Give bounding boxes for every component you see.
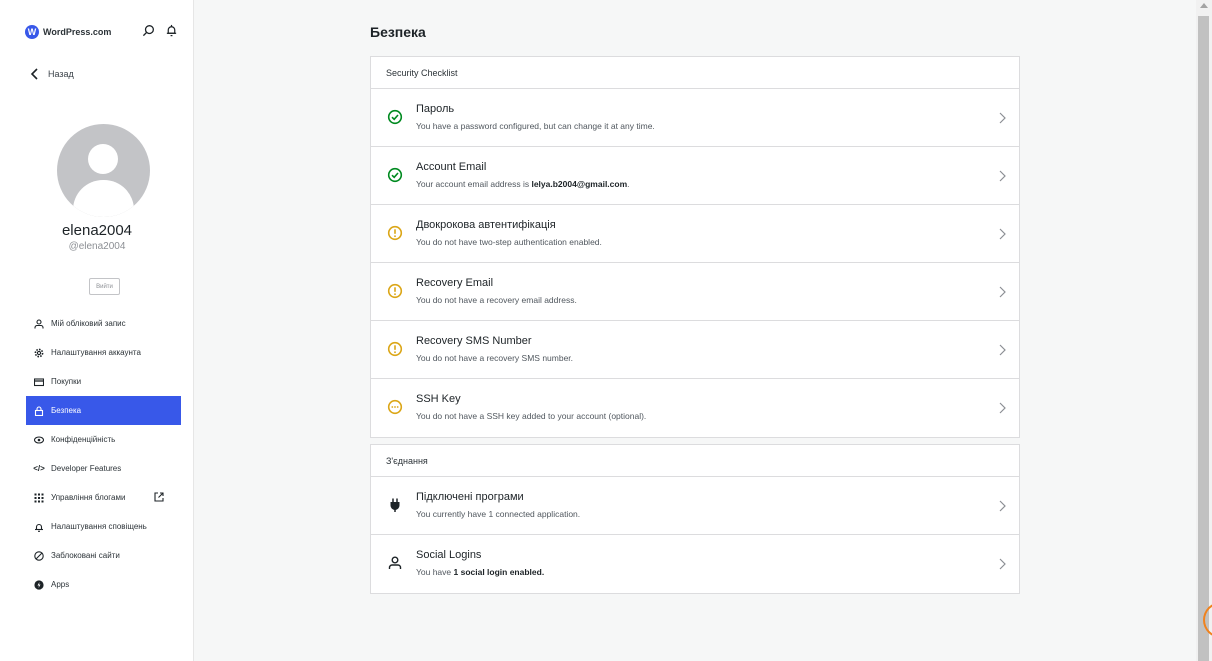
- sidebar-item-label: Безпека: [51, 406, 82, 415]
- connections-row-connected-apps[interactable]: Підключені програми You currently have 1…: [371, 477, 1019, 535]
- bell-icon: [34, 522, 44, 532]
- row-title: Recovery Email: [416, 277, 494, 289]
- lock-icon: [34, 405, 44, 416]
- row-title: Підключені програми: [416, 491, 524, 503]
- search-icon[interactable]: [142, 24, 155, 37]
- checklist-row-recovery-sms[interactable]: Recovery SMS Number You do not have a re…: [371, 321, 1019, 379]
- chevron-right-icon: [999, 500, 1006, 512]
- card-heading: З'єднання: [371, 445, 1019, 477]
- row-description: You do not have a recovery email address…: [416, 295, 577, 305]
- checklist-row-ssh-key[interactable]: SSH Key You do not have a SSH key added …: [371, 379, 1019, 437]
- sidebar-item-security[interactable]: Безпека: [26, 396, 181, 425]
- sidebar-item-label: Управління блогами: [51, 493, 126, 502]
- gear-icon: [34, 348, 44, 358]
- chevron-right-icon: [999, 344, 1006, 356]
- account-email-value: lelya.b2004@gmail.com: [531, 179, 628, 189]
- back-link[interactable]: Назад: [30, 68, 74, 80]
- row-title: Recovery SMS Number: [416, 335, 532, 347]
- sidebar-item-label: Налаштування аккаунта: [51, 348, 141, 357]
- sidebar-item-label: Apps: [51, 580, 70, 589]
- card-icon: [34, 377, 44, 387]
- wordpress-brand[interactable]: W WordPress.com: [25, 25, 111, 39]
- plug-icon: [390, 498, 400, 512]
- scrollbar-thumb[interactable]: [1198, 16, 1209, 661]
- avatar[interactable]: [57, 124, 150, 217]
- checklist-row-password[interactable]: Пароль You have a password configured, b…: [371, 89, 1019, 147]
- person-icon: [388, 556, 402, 569]
- row-description: You currently have 1 connected applicati…: [416, 509, 581, 519]
- row-description: You do not have a recovery SMS number.: [416, 353, 574, 363]
- sidebar-item-label: Налаштування сповіщень: [51, 522, 147, 531]
- checklist-row-recovery-email[interactable]: Recovery Email You do not have a recover…: [371, 263, 1019, 321]
- back-label: Назад: [48, 69, 74, 79]
- row-description: You do not have a SSH key added to your …: [416, 411, 647, 421]
- card-heading: Security Checklist: [371, 57, 1019, 89]
- warning-circle-icon: [387, 225, 403, 241]
- warning-circle-icon: [387, 341, 403, 357]
- row-description: You do not have two-step authentication …: [416, 237, 602, 247]
- checklist-row-account-email[interactable]: Account Email Your account email address…: [371, 147, 1019, 205]
- row-title: SSH Key: [416, 393, 461, 405]
- chevron-right-icon: [999, 286, 1006, 298]
- sidebar-item-blocked-sites[interactable]: Заблоковані сайти: [26, 541, 181, 570]
- row-description: Your account email address is lelya.b200…: [416, 179, 630, 189]
- wordpress-logo-icon: W: [25, 25, 39, 39]
- sidebar: W WordPress.com Назад elena2004 @elena20…: [0, 0, 194, 661]
- logout-button[interactable]: Вийти: [89, 278, 120, 295]
- page-title: Безпека: [370, 24, 426, 40]
- sidebar-item-account-settings[interactable]: Налаштування аккаунта: [26, 338, 181, 367]
- row-title: Account Email: [416, 161, 487, 173]
- sidebar-item-developer-features[interactable]: </> Developer Features: [26, 454, 181, 483]
- social-login-count: 1 social login enabled.: [453, 567, 545, 577]
- sidebar-item-label: Developer Features: [51, 464, 122, 473]
- row-title: Пароль: [416, 103, 455, 115]
- chevron-right-icon: [999, 558, 1006, 570]
- sidebar-nav: Мій обліковий запис Налаштування аккаунт…: [26, 309, 181, 599]
- sidebar-item-notification-settings[interactable]: Налаштування сповіщень: [26, 512, 181, 541]
- chevron-right-icon: [999, 112, 1006, 124]
- sidebar-item-my-account[interactable]: Мій обліковий запис: [26, 309, 181, 338]
- user-handle: @elena2004: [68, 241, 126, 252]
- sidebar-item-manage-blogs[interactable]: Управління блогами: [26, 483, 181, 512]
- chevron-right-icon: [999, 402, 1006, 414]
- sidebar-item-purchases[interactable]: Покупки: [26, 367, 181, 396]
- checklist-row-two-step[interactable]: Двокрокова автентифікація You do not hav…: [371, 205, 1019, 263]
- row-description: You have a password configured, but can …: [416, 121, 655, 131]
- apps-icon: [34, 579, 44, 590]
- ellipsis-circle-icon: [387, 399, 403, 415]
- scroll-up-arrow-icon[interactable]: [1200, 3, 1208, 8]
- chevron-right-icon: [999, 170, 1006, 182]
- check-circle-icon: [387, 109, 403, 125]
- username: elena2004: [61, 222, 133, 239]
- connections-row-social-logins[interactable]: Social Logins You have 1 social login en…: [371, 535, 1019, 593]
- security-checklist-card: Security Checklist Пароль You have a pas…: [370, 56, 1020, 438]
- sidebar-item-label: Заблоковані сайти: [51, 551, 120, 560]
- check-circle-icon: [387, 167, 403, 183]
- brand-text: WordPress.com: [43, 27, 112, 37]
- external-link-icon: [154, 492, 164, 502]
- sidebar-item-apps[interactable]: Apps: [26, 570, 181, 599]
- row-title: Двокрокова автентифікація: [416, 219, 556, 231]
- warning-circle-icon: [387, 283, 403, 299]
- chevron-right-icon: [999, 228, 1006, 240]
- sidebar-item-label: Конфіденційність: [51, 435, 116, 444]
- row-title: Social Logins: [416, 549, 482, 561]
- code-icon: </>: [33, 464, 45, 473]
- sidebar-item-label: Мій обліковий запис: [51, 319, 126, 328]
- eye-icon: [34, 435, 44, 445]
- sidebar-item-label: Покупки: [51, 377, 82, 386]
- chevron-left-icon: [30, 68, 38, 80]
- connections-card: З'єднання Підключені програми You curren…: [370, 444, 1020, 594]
- person-icon: [34, 318, 44, 329]
- bell-icon[interactable]: [165, 24, 178, 37]
- row-description: You have 1 social login enabled.: [416, 567, 545, 577]
- grid-icon: [34, 493, 44, 503]
- sidebar-item-privacy[interactable]: Конфіденційність: [26, 425, 181, 454]
- block-icon: [34, 550, 44, 561]
